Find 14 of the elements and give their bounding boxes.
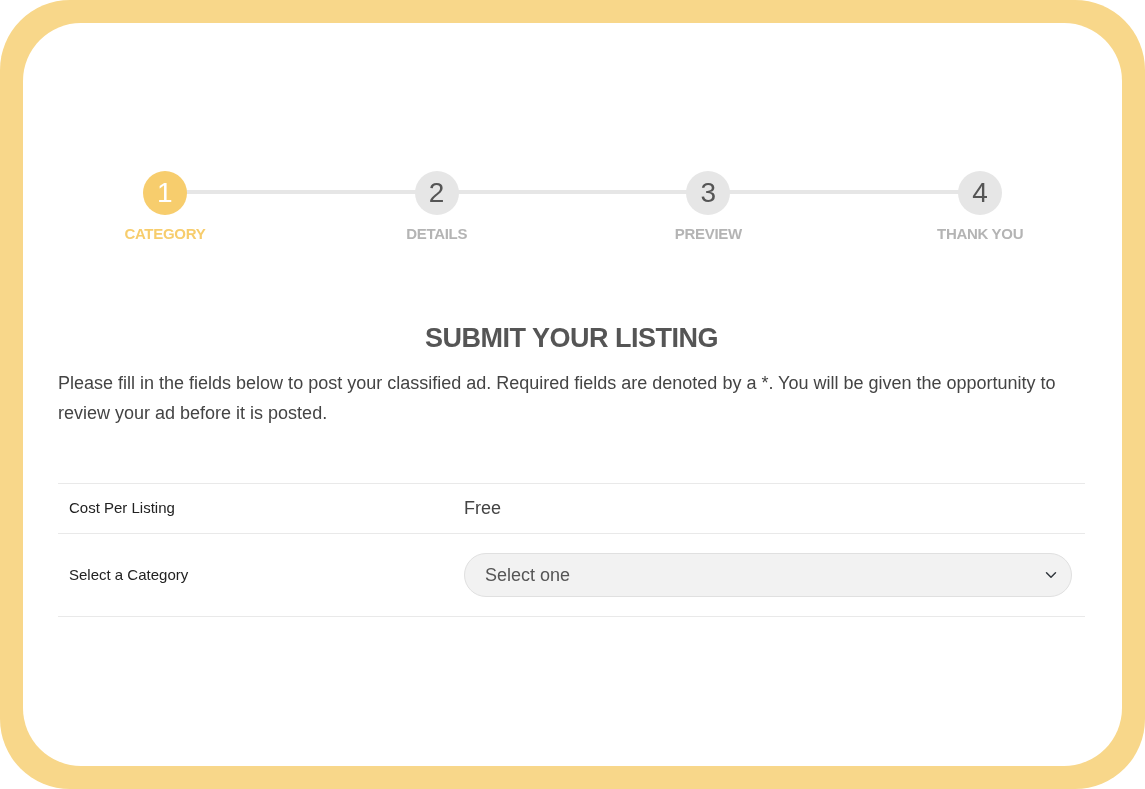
field-label: Cost Per Listing xyxy=(68,498,176,519)
category-select[interactable]: Select one xyxy=(464,553,1072,597)
step-label: DETAILS xyxy=(406,224,468,244)
field-value: Free xyxy=(464,497,501,520)
intro-paragraph: Please fill in the fields below to post your classified ad. Required fields are denoted by a *. You will be given the opportunity to review your ad before it is posted. xyxy=(58,372,1057,425)
step-number: 4 xyxy=(958,171,1003,215)
step-label: CATEGORY xyxy=(124,224,206,244)
step-number: 1 xyxy=(142,171,187,215)
step-number: 2 xyxy=(414,171,459,215)
step-label: PREVIEW xyxy=(674,224,742,244)
page-heading: SUBMIT YOUR LISTING xyxy=(424,321,719,355)
field-label: Select a Category xyxy=(68,564,190,585)
step-label: THANK YOU xyxy=(937,224,1024,244)
step-number: 3 xyxy=(686,171,731,215)
